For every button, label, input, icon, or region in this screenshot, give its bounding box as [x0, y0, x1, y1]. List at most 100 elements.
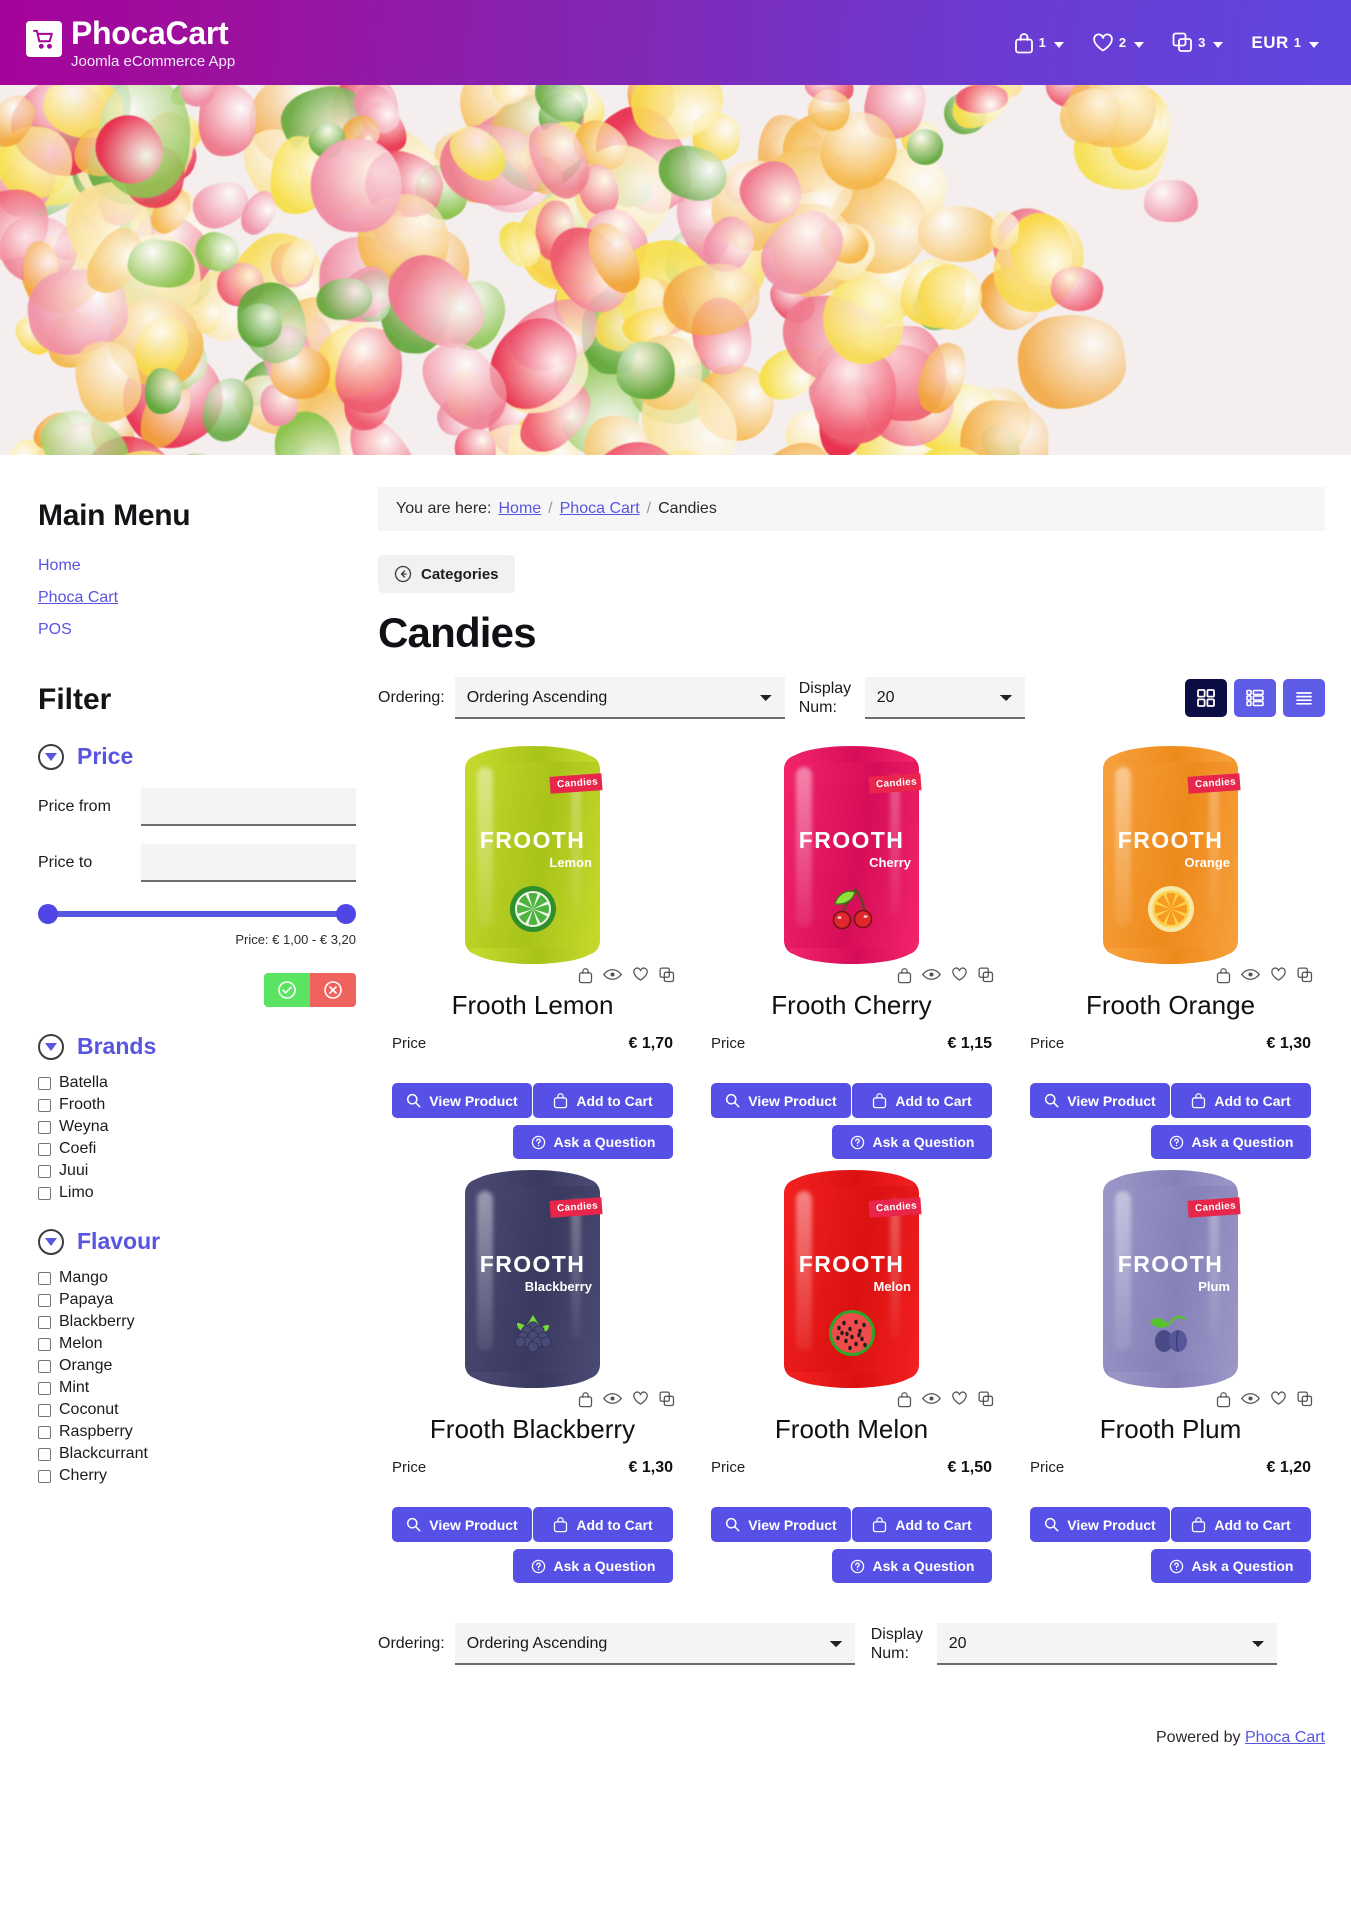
checkbox[interactable]	[38, 1142, 51, 1156]
product-heart-icon[interactable]	[951, 967, 968, 984]
flavour-filter-orange[interactable]: Orange	[38, 1357, 356, 1375]
add-to-cart-button[interactable]: Add to Cart	[852, 1083, 992, 1118]
product-title[interactable]: Frooth Melon	[697, 1414, 1006, 1445]
sidebar-item-phoca-cart[interactable]: Phoca Cart	[38, 589, 118, 607]
checkbox[interactable]	[38, 1271, 51, 1285]
product-bag-icon[interactable]	[897, 1391, 912, 1408]
view-product-button[interactable]: View Product	[1030, 1507, 1170, 1542]
checkbox[interactable]	[38, 1381, 51, 1395]
brand-filter-weyna[interactable]: Weyna	[38, 1118, 356, 1136]
footer-link-phoca-cart[interactable]: Phoca Cart	[1245, 1729, 1325, 1746]
sidebar-item-home[interactable]: Home	[38, 557, 81, 575]
checkbox[interactable]	[38, 1076, 51, 1090]
list-view-button[interactable]	[1234, 679, 1276, 717]
product-bag-icon[interactable]	[897, 967, 912, 984]
product-copy-icon[interactable]	[978, 967, 994, 984]
product-heart-icon[interactable]	[632, 1391, 649, 1408]
ask-question-button[interactable]: Ask a Question	[1151, 1549, 1311, 1583]
view-product-button[interactable]: View Product	[711, 1083, 851, 1118]
add-to-cart-button[interactable]: Add to Cart	[1171, 1083, 1311, 1118]
checkbox[interactable]	[38, 1186, 51, 1200]
add-to-cart-button[interactable]: Add to Cart	[852, 1507, 992, 1542]
filter-group-flavour-header[interactable]: Flavour	[38, 1228, 356, 1255]
product-eye-icon[interactable]	[922, 1391, 941, 1408]
product-copy-icon[interactable]	[659, 967, 675, 984]
view-product-button[interactable]: View Product	[711, 1507, 851, 1542]
checkbox[interactable]	[38, 1337, 51, 1351]
slider-handle-max[interactable]	[336, 904, 356, 924]
slider-handle-min[interactable]	[38, 904, 58, 924]
brand-filter-limo[interactable]: Limo	[38, 1184, 356, 1202]
add-to-cart-button[interactable]: Add to Cart	[533, 1083, 673, 1118]
flavour-filter-mango[interactable]: Mango	[38, 1269, 356, 1287]
flavour-filter-papaya[interactable]: Papaya	[38, 1291, 356, 1309]
product-image[interactable]: Candies FROOTH Blackberry	[378, 1169, 687, 1389]
product-eye-icon[interactable]	[603, 1391, 622, 1408]
product-image[interactable]: Candies FROOTH Cherry	[697, 745, 1006, 965]
sidebar-item-pos[interactable]: POS	[38, 621, 72, 639]
breadcrumb-item-home[interactable]: Home	[498, 500, 541, 518]
product-eye-icon[interactable]	[1241, 967, 1260, 984]
ordering-select[interactable]: Ordering Ascending	[454, 677, 785, 719]
header-cart-button[interactable]: 1	[1014, 32, 1064, 54]
checkbox[interactable]	[38, 1120, 51, 1134]
checkbox[interactable]	[38, 1469, 51, 1483]
header-wishlist-button[interactable]: 2	[1092, 33, 1145, 53]
filter-group-price-header[interactable]: Price	[38, 743, 356, 770]
view-product-button[interactable]: View Product	[392, 1083, 532, 1118]
product-copy-icon[interactable]	[1297, 1391, 1313, 1408]
product-title[interactable]: Frooth Orange	[1016, 990, 1325, 1021]
checkbox[interactable]	[38, 1403, 51, 1417]
checkbox[interactable]	[38, 1447, 51, 1461]
product-eye-icon[interactable]	[922, 967, 941, 984]
header-currency-button[interactable]: EUR 1	[1251, 33, 1319, 53]
product-title[interactable]: Frooth Plum	[1016, 1414, 1325, 1445]
product-bag-icon[interactable]	[1216, 967, 1231, 984]
product-image[interactable]: Candies FROOTH Melon	[697, 1169, 1006, 1389]
product-bag-icon[interactable]	[578, 1391, 593, 1408]
add-to-cart-button[interactable]: Add to Cart	[1171, 1507, 1311, 1542]
checkbox[interactable]	[38, 1164, 51, 1178]
brand-filter-frooth[interactable]: Frooth	[38, 1096, 356, 1114]
brand[interactable]: PhocaCart Joomla eCommerce App	[26, 15, 235, 70]
display-num-select[interactable]: 20	[864, 677, 1025, 719]
view-product-button[interactable]: View Product	[1030, 1083, 1170, 1118]
product-image[interactable]: Candies FROOTH Plum	[1016, 1169, 1325, 1389]
price-range-slider[interactable]	[38, 904, 356, 924]
ask-question-button[interactable]: Ask a Question	[832, 1549, 992, 1583]
product-bag-icon[interactable]	[578, 967, 593, 984]
add-to-cart-button[interactable]: Add to Cart	[533, 1507, 673, 1542]
display-num-select-bottom[interactable]: 20	[936, 1623, 1277, 1665]
product-title[interactable]: Frooth Lemon	[378, 990, 687, 1021]
flavour-filter-blackberry[interactable]: Blackberry	[38, 1313, 356, 1331]
ask-question-button[interactable]: Ask a Question	[1151, 1125, 1311, 1159]
ordering-select-bottom[interactable]: Ordering Ascending	[454, 1623, 855, 1665]
filter-reset-button[interactable]	[310, 973, 356, 1007]
flavour-filter-raspberry[interactable]: Raspberry	[38, 1423, 356, 1441]
product-title[interactable]: Frooth Cherry	[697, 990, 1006, 1021]
categories-button[interactable]: Categories	[378, 555, 515, 593]
flavour-filter-mint[interactable]: Mint	[38, 1379, 356, 1397]
product-copy-icon[interactable]	[978, 1391, 994, 1408]
brand-filter-batella[interactable]: Batella	[38, 1074, 356, 1092]
flavour-filter-cherry[interactable]: Cherry	[38, 1467, 356, 1485]
flavour-filter-melon[interactable]: Melon	[38, 1335, 356, 1353]
checkbox[interactable]	[38, 1425, 51, 1439]
checkbox[interactable]	[38, 1293, 51, 1307]
ask-question-button[interactable]: Ask a Question	[513, 1549, 673, 1583]
view-product-button[interactable]: View Product	[392, 1507, 532, 1542]
product-heart-icon[interactable]	[632, 967, 649, 984]
product-bag-icon[interactable]	[1216, 1391, 1231, 1408]
checkbox[interactable]	[38, 1359, 51, 1373]
product-copy-icon[interactable]	[1297, 967, 1313, 984]
flavour-filter-coconut[interactable]: Coconut	[38, 1401, 356, 1419]
checkbox[interactable]	[38, 1315, 51, 1329]
product-eye-icon[interactable]	[603, 967, 622, 984]
checkbox[interactable]	[38, 1098, 51, 1112]
product-heart-icon[interactable]	[951, 1391, 968, 1408]
product-heart-icon[interactable]	[1270, 967, 1287, 984]
grid-view-button[interactable]	[1185, 679, 1227, 717]
product-title[interactable]: Frooth Blackberry	[378, 1414, 687, 1445]
compact-view-button[interactable]	[1283, 679, 1325, 717]
price-from-input[interactable]	[141, 788, 356, 826]
